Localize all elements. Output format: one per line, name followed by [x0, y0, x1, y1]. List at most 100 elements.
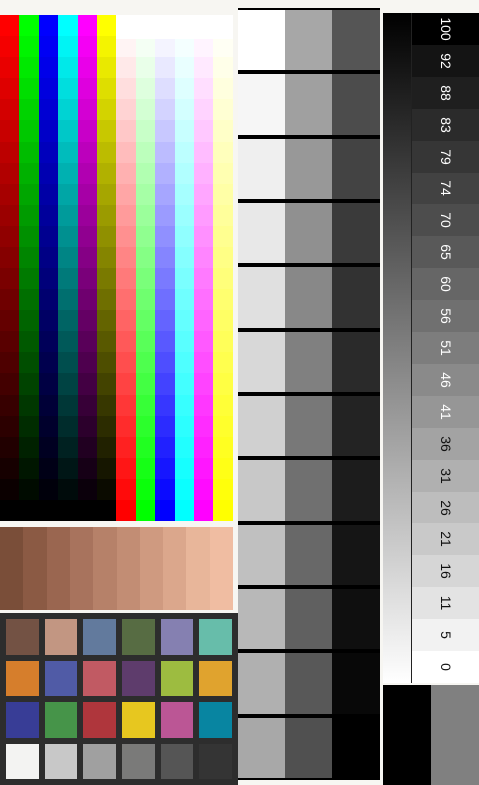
gray-block [285, 331, 332, 392]
ramp-cell [194, 373, 214, 395]
ramp-cell [135, 120, 156, 142]
ramp-cell [155, 162, 175, 185]
dark-ramp-2 [19, 15, 39, 522]
ramp-cell [213, 289, 233, 311]
ramp-cell [19, 352, 39, 374]
ramp-cell [174, 289, 194, 311]
ramp-cell [0, 478, 20, 501]
ramp-cell [194, 204, 214, 227]
gray-block [332, 524, 380, 585]
gray-block [332, 203, 380, 264]
ramp-top-light-block [116, 15, 233, 39]
skin-tone-patch [93, 527, 117, 610]
ramp-cell [97, 57, 117, 79]
continuous-gray-gradient [383, 13, 411, 683]
calibration-chart: 100 92 88 83 79 74 70 65 60 56 51 46 41 36 31 26 21 16 11 5… [0, 0, 479, 785]
ramp-cell [174, 331, 194, 353]
ramp-cell [97, 415, 117, 438]
gray-block [285, 396, 332, 457]
ramp-cell [97, 352, 117, 374]
ramp-cell [213, 99, 233, 121]
ramp-cell [77, 289, 97, 311]
ramp-cell [0, 415, 20, 438]
ramp-cell [58, 162, 78, 185]
ramp-cell [58, 268, 78, 290]
ramp-cell [174, 352, 194, 374]
ramp-cell [194, 478, 214, 501]
gray-block [285, 460, 332, 521]
ramp-cell [58, 499, 78, 522]
skin-tone-patch [23, 527, 48, 610]
ramp-cell [38, 373, 59, 395]
ramp-cell [116, 373, 136, 395]
ramp-cell [77, 373, 97, 395]
ramp-cell [19, 225, 39, 248]
color-checker-grid [0, 613, 238, 785]
ramp-cell [58, 204, 78, 227]
ramp-cell [19, 99, 39, 121]
ramp-cell [38, 204, 59, 227]
ramp-cell [194, 99, 214, 121]
gray-block [285, 138, 332, 199]
ramp-cell [0, 225, 20, 248]
ramp-cell [116, 204, 136, 227]
ramp-cell [174, 310, 194, 332]
ramp-cell [97, 99, 117, 121]
color-checker-patch [83, 619, 116, 655]
ramp-cell [77, 204, 97, 227]
ramp-cell [58, 78, 78, 100]
gray-block [238, 267, 285, 328]
ramp-cell [213, 394, 233, 417]
ramp-cell [0, 352, 20, 374]
color-checker-patch [44, 619, 78, 655]
ramp-cell [174, 415, 194, 438]
ramp-cell [155, 268, 175, 290]
ramp-cell [97, 246, 117, 269]
ramp-cell [58, 183, 78, 206]
ramp-cell [155, 183, 175, 206]
ramp-cell [194, 436, 214, 459]
ramp-cell [213, 162, 233, 185]
ramp-cell [38, 394, 59, 417]
ramp-cell [58, 415, 78, 438]
skin-tone-patch [186, 527, 211, 610]
ramp-cell [135, 394, 156, 417]
ramp-cell [174, 99, 194, 121]
ramp-cell [97, 15, 117, 37]
ramp-cell [19, 15, 39, 37]
ramp-cell [58, 15, 78, 37]
ramp-cell [194, 36, 214, 58]
light-ramp-3 [155, 15, 175, 522]
ramp-cell [97, 162, 117, 185]
ramp-cell [38, 225, 59, 248]
gray-block [332, 653, 380, 714]
gray-block [285, 203, 332, 264]
ramp-cell [135, 78, 156, 100]
ramp-cell [19, 162, 39, 185]
gray-block [238, 138, 285, 199]
rgbcmy-color-ramps [0, 15, 233, 522]
ramp-cell [116, 331, 136, 353]
ramp-cell [174, 225, 194, 248]
ramp-cell [116, 141, 136, 164]
ramp-cell [58, 99, 78, 121]
ramp-cell [213, 78, 233, 100]
ramp-cell [77, 331, 97, 353]
gray-block [285, 74, 332, 135]
light-ramp-4 [174, 15, 194, 522]
ramp-cell [58, 289, 78, 311]
ramp-cell [38, 183, 59, 206]
ramp-cell [38, 36, 59, 58]
ramp-cell [77, 36, 97, 58]
ramp-cell [174, 141, 194, 164]
ramp-cell [58, 225, 78, 248]
ramp-cell [116, 394, 136, 417]
ramp-cell [97, 310, 117, 332]
ramp-cell [19, 183, 39, 206]
color-checker-patch [6, 702, 39, 738]
ramp-cell [116, 436, 136, 459]
ramp-cell [155, 36, 175, 58]
skin-tone-patch [69, 527, 94, 610]
ramp-cell [116, 268, 136, 290]
ramp-cell [38, 141, 59, 164]
